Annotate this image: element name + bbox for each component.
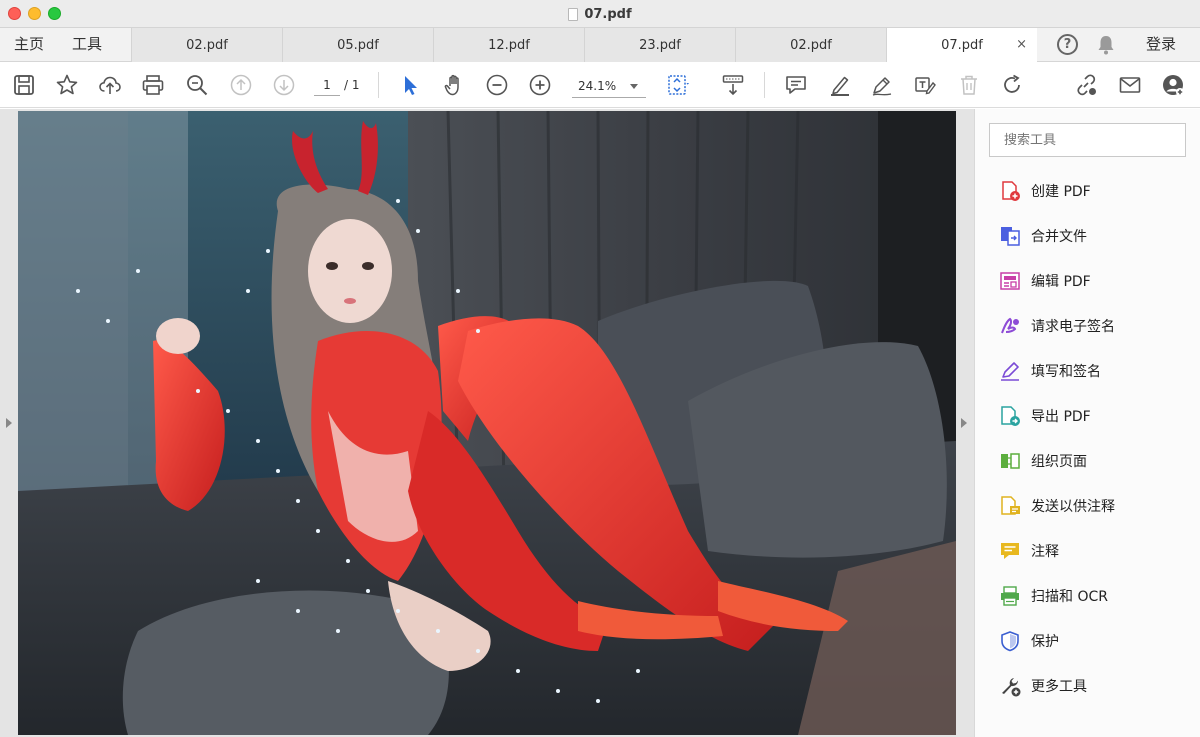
document-tab[interactable]: 23.pdf xyxy=(584,28,735,62)
tab-bar: 主页 工具 02.pdf 05.pdf 12.pdf 23.pdf 02.pdf… xyxy=(0,28,1200,63)
hand-icon[interactable] xyxy=(442,73,466,97)
more-tools-icon xyxy=(1002,678,1021,697)
highlight-icon[interactable] xyxy=(828,73,852,97)
request-sign-icon xyxy=(1001,317,1019,334)
save-icon[interactable] xyxy=(12,73,36,97)
tool-send-for-comment[interactable]: 发送以供注释 xyxy=(999,492,1115,520)
page-total: / 1 xyxy=(344,78,360,92)
comment-tool-icon xyxy=(1001,543,1019,559)
tool-label: 扫描和 OCR xyxy=(1031,589,1108,605)
nav-home[interactable]: 主页 xyxy=(14,28,44,62)
tab-label: 02.pdf xyxy=(790,37,832,53)
edit-text-icon[interactable] xyxy=(913,73,937,97)
fill-sign-icon xyxy=(1001,362,1019,381)
chevron-down-icon xyxy=(630,84,638,89)
document-tab-active[interactable]: 07.pdf × xyxy=(886,28,1037,63)
window-title: 07.pdf xyxy=(584,6,632,22)
tools-panel: 创建 PDF 合并文件 编辑 PDF 请求电子签名 填写和签名 导出 PDF 组… xyxy=(974,109,1200,737)
help-icon[interactable]: ? xyxy=(1057,34,1078,55)
page-photo xyxy=(18,111,956,735)
comment-icon[interactable] xyxy=(784,73,808,97)
bell-icon[interactable] xyxy=(1096,34,1116,56)
tool-label: 合并文件 xyxy=(1031,229,1087,245)
tool-comment[interactable]: 注释 xyxy=(999,537,1059,565)
tool-label: 填写和签名 xyxy=(1031,364,1101,380)
scan-ocr-icon xyxy=(1001,586,1019,606)
tool-export-pdf[interactable]: 导出 PDF xyxy=(999,402,1091,430)
edit-pdf-icon xyxy=(1000,272,1020,290)
document-tab[interactable]: 12.pdf xyxy=(433,28,584,62)
title-bar: 07.pdf xyxy=(0,0,1200,28)
protect-icon xyxy=(1001,631,1019,652)
zoom-select[interactable]: 24.1% xyxy=(572,74,646,98)
tool-request-sign[interactable]: 请求电子签名 xyxy=(999,312,1115,340)
tool-label: 请求电子签名 xyxy=(1031,319,1115,335)
tool-label: 导出 PDF xyxy=(1031,409,1091,425)
document-viewer[interactable] xyxy=(0,109,974,737)
left-panel-toggle-icon[interactable] xyxy=(6,418,12,428)
tool-create-pdf[interactable]: 创建 PDF xyxy=(999,177,1091,205)
page-number-input[interactable]: 1 xyxy=(314,74,340,96)
tool-label: 更多工具 xyxy=(1031,679,1087,695)
export-pdf-icon xyxy=(1001,406,1020,426)
document-icon xyxy=(568,7,579,21)
tool-protect[interactable]: 保护 xyxy=(999,627,1059,655)
tab-label: 07.pdf xyxy=(941,38,983,53)
tool-more-tools[interactable]: 更多工具 xyxy=(999,672,1087,700)
star-icon[interactable] xyxy=(55,73,79,97)
pointer-icon[interactable] xyxy=(398,73,422,97)
tool-label: 发送以供注释 xyxy=(1031,499,1115,515)
delete-icon[interactable] xyxy=(957,73,981,97)
zoom-in-icon[interactable] xyxy=(528,73,552,97)
page-up-icon[interactable] xyxy=(229,73,253,97)
print-icon[interactable] xyxy=(141,73,165,97)
tool-label: 组织页面 xyxy=(1031,454,1087,470)
page-down-icon[interactable] xyxy=(272,73,296,97)
cloud-upload-icon[interactable] xyxy=(98,73,122,97)
tool-label: 注释 xyxy=(1031,544,1059,560)
tool-organize-pages[interactable]: 组织页面 xyxy=(999,447,1087,475)
organize-pages-icon xyxy=(1001,453,1020,469)
login-button[interactable]: 登录 xyxy=(1146,28,1176,62)
search-tools-input[interactable] xyxy=(989,123,1186,157)
fit-page-icon[interactable] xyxy=(666,73,690,97)
zoom-search-icon[interactable] xyxy=(185,73,209,97)
account-icon[interactable] xyxy=(1161,73,1185,97)
nav-tools[interactable]: 工具 xyxy=(72,28,102,62)
send-comment-icon xyxy=(1001,496,1020,515)
tool-label: 创建 PDF xyxy=(1031,184,1091,200)
tab-label: 05.pdf xyxy=(337,37,379,53)
combine-files-icon xyxy=(1001,227,1020,246)
create-pdf-icon xyxy=(1002,181,1020,201)
tab-label: 02.pdf xyxy=(186,37,228,53)
tool-scan-ocr[interactable]: 扫描和 OCR xyxy=(999,582,1108,610)
right-panel-toggle-icon[interactable] xyxy=(961,418,967,428)
tool-label: 保护 xyxy=(1031,634,1059,650)
zoom-value: 24.1% xyxy=(578,79,617,93)
share-link-icon[interactable] xyxy=(1074,73,1098,97)
document-tab[interactable]: 05.pdf xyxy=(282,28,433,62)
tool-fill-sign[interactable]: 填写和签名 xyxy=(999,357,1101,385)
rotate-icon[interactable] xyxy=(1000,73,1024,97)
tab-close-icon[interactable]: × xyxy=(1016,37,1027,52)
tab-label: 23.pdf xyxy=(639,37,681,53)
toolbar-divider xyxy=(378,72,379,98)
zoom-out-icon[interactable] xyxy=(485,73,509,97)
document-tab[interactable]: 02.pdf xyxy=(735,28,886,62)
tool-label: 编辑 PDF xyxy=(1031,274,1091,290)
toolbar: 1 / 1 24.1% xyxy=(0,62,1200,108)
tool-combine-files[interactable]: 合并文件 xyxy=(999,222,1087,250)
tab-label: 12.pdf xyxy=(488,37,530,53)
scroll-mode-icon[interactable] xyxy=(721,73,745,97)
tool-edit-pdf[interactable]: 编辑 PDF xyxy=(999,267,1091,295)
sign-icon[interactable] xyxy=(870,73,894,97)
email-icon[interactable] xyxy=(1118,73,1142,97)
toolbar-divider xyxy=(764,72,765,98)
document-tab[interactable]: 02.pdf xyxy=(131,28,282,62)
